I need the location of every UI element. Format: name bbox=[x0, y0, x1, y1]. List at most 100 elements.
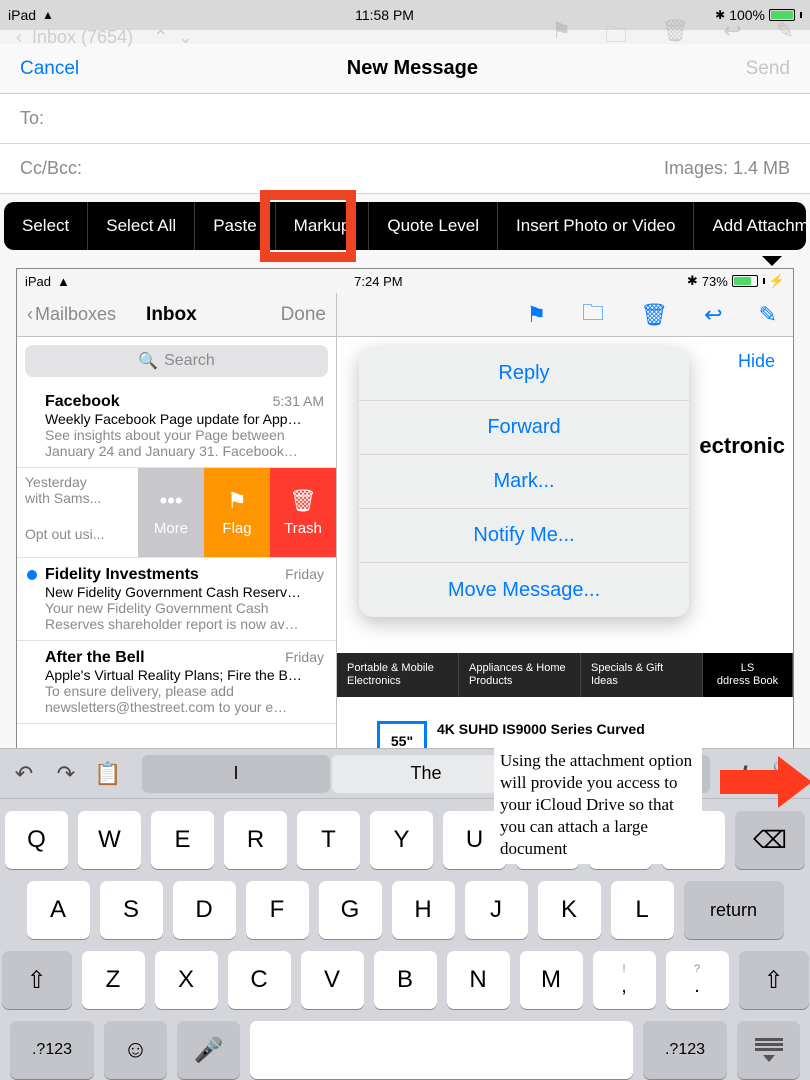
tv-label: 4K SUHD IS9000 Series Curved bbox=[437, 721, 657, 737]
key-shift-left[interactable]: ⇧ bbox=[2, 951, 72, 1009]
key-period[interactable]: ?. bbox=[666, 951, 729, 1009]
inner-battery-icon bbox=[732, 275, 758, 287]
background-nav: ‹ Inbox (7654) ⌃ ⌄ ⚑ 🗀 🗑 ↩ ✎ bbox=[0, 30, 810, 44]
swipe-trash-button[interactable]: 🗑 Trash bbox=[270, 468, 336, 557]
ccbcc-label: Cc/Bcc: bbox=[20, 158, 82, 179]
key-f[interactable]: F bbox=[246, 881, 309, 939]
key-shift-right[interactable]: ⇧ bbox=[739, 951, 809, 1009]
to-label: To: bbox=[20, 108, 44, 129]
menu-select-all[interactable]: Select All bbox=[88, 202, 195, 250]
trash-icon[interactable]: 🗑 bbox=[640, 302, 668, 328]
key-k[interactable]: K bbox=[538, 881, 601, 939]
mail-item[interactable]: After the Bell Friday Apple's Virtual Re… bbox=[17, 641, 336, 724]
mail-item[interactable]: Fidelity Investments Friday New Fidelity… bbox=[17, 558, 336, 641]
cancel-button[interactable]: Cancel bbox=[20, 58, 79, 80]
inner-battery-pct: 73% bbox=[702, 274, 728, 289]
mail-time: Friday bbox=[285, 649, 324, 665]
key-y[interactable]: Y bbox=[370, 811, 433, 869]
key-z[interactable]: Z bbox=[82, 951, 145, 1009]
prediction-1[interactable]: I bbox=[142, 755, 330, 793]
key-a[interactable]: A bbox=[27, 881, 90, 939]
key-numbers-right[interactable]: .?123 bbox=[643, 1021, 727, 1079]
menu-insert-photo[interactable]: Insert Photo or Video bbox=[498, 202, 694, 250]
key-b[interactable]: B bbox=[374, 951, 437, 1009]
key-row-2: A S D F G H J K L return bbox=[0, 881, 810, 939]
key-l[interactable]: L bbox=[611, 881, 674, 939]
shift-icon: ⇧ bbox=[26, 966, 46, 995]
mail-preview: with Sams... bbox=[25, 490, 132, 506]
clipboard-icon[interactable]: 📋 bbox=[94, 761, 122, 787]
key-return[interactable]: return bbox=[684, 881, 784, 939]
key-numbers-left[interactable]: .?123 bbox=[10, 1021, 94, 1079]
folder-icon[interactable]: 🗀 bbox=[582, 296, 604, 334]
to-field[interactable]: To: bbox=[0, 94, 810, 144]
key-q[interactable]: Q bbox=[5, 811, 68, 869]
key-r[interactable]: R bbox=[224, 811, 287, 869]
flag-icon[interactable]: ⚑ bbox=[526, 302, 546, 328]
key-t[interactable]: T bbox=[297, 811, 360, 869]
mailboxes-back-button[interactable]: ‹Mailboxes bbox=[27, 304, 116, 325]
mail-time: 5:31 AM bbox=[273, 393, 324, 409]
key-g[interactable]: G bbox=[319, 881, 382, 939]
key-emoji[interactable]: ☺ bbox=[104, 1021, 167, 1079]
menu-select[interactable]: Select bbox=[4, 202, 88, 250]
menu-paste[interactable]: Paste bbox=[195, 202, 275, 250]
chevron-left-icon: ‹ bbox=[27, 304, 33, 325]
key-x[interactable]: X bbox=[155, 951, 218, 1009]
undo-icon[interactable]: ↶ bbox=[10, 761, 38, 787]
bg-category-strip: Portable & Mobile Electronics Appliances… bbox=[337, 653, 793, 697]
menu-add-attachment[interactable]: Add Attachment bbox=[694, 202, 810, 250]
key-d[interactable]: D bbox=[173, 881, 236, 939]
key-w[interactable]: W bbox=[78, 811, 141, 869]
menu-markup[interactable]: Markup bbox=[276, 202, 370, 250]
key-delete[interactable]: ⌫ bbox=[735, 811, 805, 869]
compose-icon[interactable]: ✎ bbox=[759, 302, 777, 328]
key-v[interactable]: V bbox=[301, 951, 364, 1009]
done-button[interactable]: Done bbox=[281, 304, 326, 326]
key-dictation[interactable]: 🎤 bbox=[177, 1021, 240, 1079]
action-forward[interactable]: Forward bbox=[359, 401, 689, 455]
dismiss-keyboard-icon bbox=[755, 1038, 783, 1062]
prediction-2[interactable]: The bbox=[332, 755, 520, 793]
bg-headline-fragment: ectronic bbox=[699, 433, 785, 459]
key-h[interactable]: H bbox=[392, 881, 455, 939]
search-input[interactable]: 🔍 Search bbox=[25, 345, 328, 377]
action-reply[interactable]: Reply bbox=[359, 347, 689, 401]
mail-item-swiped[interactable]: Yesterday with Sams... Opt out usi... ••… bbox=[17, 468, 336, 558]
key-space[interactable] bbox=[250, 1021, 633, 1079]
swipe-more-button[interactable]: ••• More bbox=[138, 468, 204, 557]
device-label: iPad bbox=[8, 7, 36, 23]
search-icon: 🔍 bbox=[138, 351, 158, 371]
action-move[interactable]: Move Message... bbox=[359, 563, 689, 617]
redo-icon[interactable]: ↷ bbox=[52, 761, 80, 787]
hide-button[interactable]: Hide bbox=[738, 351, 775, 372]
menu-quote-level[interactable]: Quote Level bbox=[369, 202, 498, 250]
key-j[interactable]: J bbox=[465, 881, 528, 939]
flag-icon: ⚑ bbox=[551, 18, 571, 56]
action-mark[interactable]: Mark... bbox=[359, 455, 689, 509]
background-title: Inbox (7654) bbox=[32, 27, 133, 48]
more-icon: ••• bbox=[159, 488, 182, 514]
send-button[interactable]: Send bbox=[746, 58, 790, 80]
key-n[interactable]: N bbox=[447, 951, 510, 1009]
swipe-flag-button[interactable]: ⚑ Flag bbox=[204, 468, 270, 557]
attachment-screenshot[interactable]: iPad ▲ 7:24 PM ✱ 73% ⚡ ‹Mailboxes Inbox … bbox=[16, 268, 794, 766]
mic-icon: 🎤 bbox=[194, 1036, 224, 1065]
reply-icon[interactable]: ↩ bbox=[704, 302, 722, 328]
key-e[interactable]: E bbox=[151, 811, 214, 869]
key-c[interactable]: C bbox=[228, 951, 291, 1009]
ccbcc-field[interactable]: Cc/Bcc: Images: 1.4 MB bbox=[0, 144, 810, 194]
key-dismiss[interactable] bbox=[737, 1021, 800, 1079]
strip-ls: LSddress Book bbox=[703, 653, 793, 697]
inner-wifi-icon: ▲ bbox=[57, 274, 70, 289]
action-notify[interactable]: Notify Me... bbox=[359, 509, 689, 563]
key-m[interactable]: M bbox=[520, 951, 583, 1009]
mail-preview: To ensure delivery, please add newslette… bbox=[45, 683, 324, 715]
mail-preview: Opt out usi... bbox=[25, 526, 132, 542]
flag-icon: ⚑ bbox=[227, 488, 247, 514]
key-comma[interactable]: !, bbox=[593, 951, 656, 1009]
key-s[interactable]: S bbox=[100, 881, 163, 939]
annotation-arrow bbox=[720, 770, 780, 794]
charging-icon: ⚡ bbox=[769, 273, 785, 289]
mail-item[interactable]: Facebook 5:31 AM Weekly Facebook Page up… bbox=[17, 385, 336, 468]
